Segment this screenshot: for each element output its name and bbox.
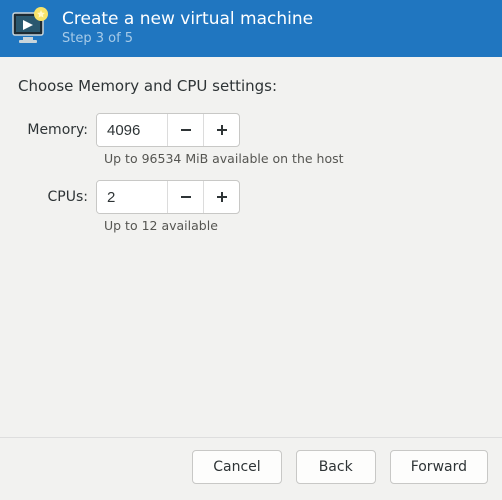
cpus-spinbox (96, 180, 240, 214)
memory-label: Memory: (18, 122, 96, 138)
cpus-row: CPUs: (18, 180, 484, 214)
minus-icon (179, 190, 193, 204)
back-button[interactable]: Back (296, 450, 376, 484)
memory-input[interactable] (97, 114, 167, 146)
cpus-input[interactable] (97, 181, 167, 213)
dialog-title: Create a new virtual machine (62, 9, 313, 29)
cpus-hint: Up to 12 available (104, 218, 484, 233)
cpus-decrement-button[interactable] (167, 181, 203, 213)
cpus-label: CPUs: (18, 189, 96, 205)
memory-row: Memory: (18, 113, 484, 147)
cancel-button[interactable]: Cancel (192, 450, 281, 484)
plus-icon (215, 190, 229, 204)
section-heading: Choose Memory and CPU settings: (18, 77, 484, 95)
plus-icon (215, 123, 229, 137)
forward-button[interactable]: Forward (390, 450, 488, 484)
memory-hint: Up to 96534 MiB available on the host (104, 151, 484, 166)
dialog-content: Choose Memory and CPU settings: Memory: … (0, 57, 502, 437)
vm-create-icon (10, 7, 50, 47)
dialog-step: Step 3 of 5 (62, 31, 313, 46)
dialog-header: Create a new virtual machine Step 3 of 5 (0, 0, 502, 57)
minus-icon (179, 123, 193, 137)
cpus-increment-button[interactable] (203, 181, 239, 213)
dialog-footer: Cancel Back Forward (0, 437, 502, 500)
memory-increment-button[interactable] (203, 114, 239, 146)
memory-decrement-button[interactable] (167, 114, 203, 146)
memory-spinbox (96, 113, 240, 147)
